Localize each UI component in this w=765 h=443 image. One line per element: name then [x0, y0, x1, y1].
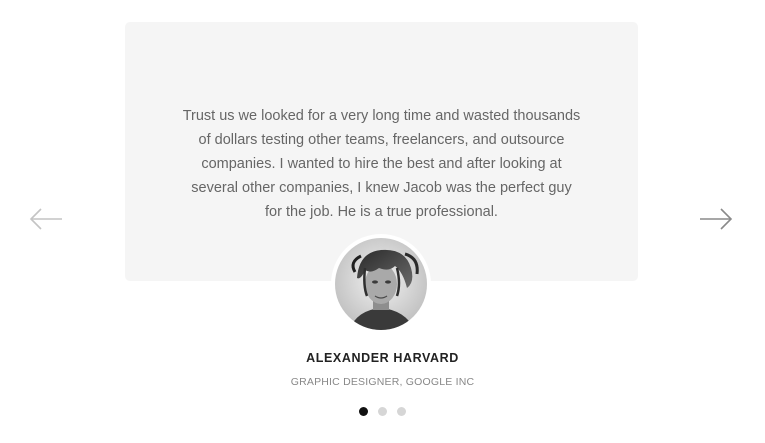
previous-slide-button[interactable]	[26, 203, 66, 235]
arrow-right-icon	[700, 208, 733, 230]
arrow-left-icon	[29, 208, 62, 230]
pagination-dot-2[interactable]	[378, 407, 387, 416]
slider-pagination	[0, 407, 765, 416]
avatar-photo	[335, 238, 427, 330]
author-name: ALEXANDER HARVARD	[306, 351, 459, 365]
testimonial-slider: Trust us we looked for a very long time …	[0, 0, 765, 443]
avatar	[331, 234, 431, 334]
next-slide-button[interactable]	[696, 203, 736, 235]
pagination-dot-3[interactable]	[397, 407, 406, 416]
pagination-dot-1[interactable]	[359, 407, 368, 416]
testimonial-quote: Trust us we looked for a very long time …	[182, 108, 581, 220]
author-role: GRAPHIC DESIGNER, GOOGLE INC	[290, 376, 475, 388]
